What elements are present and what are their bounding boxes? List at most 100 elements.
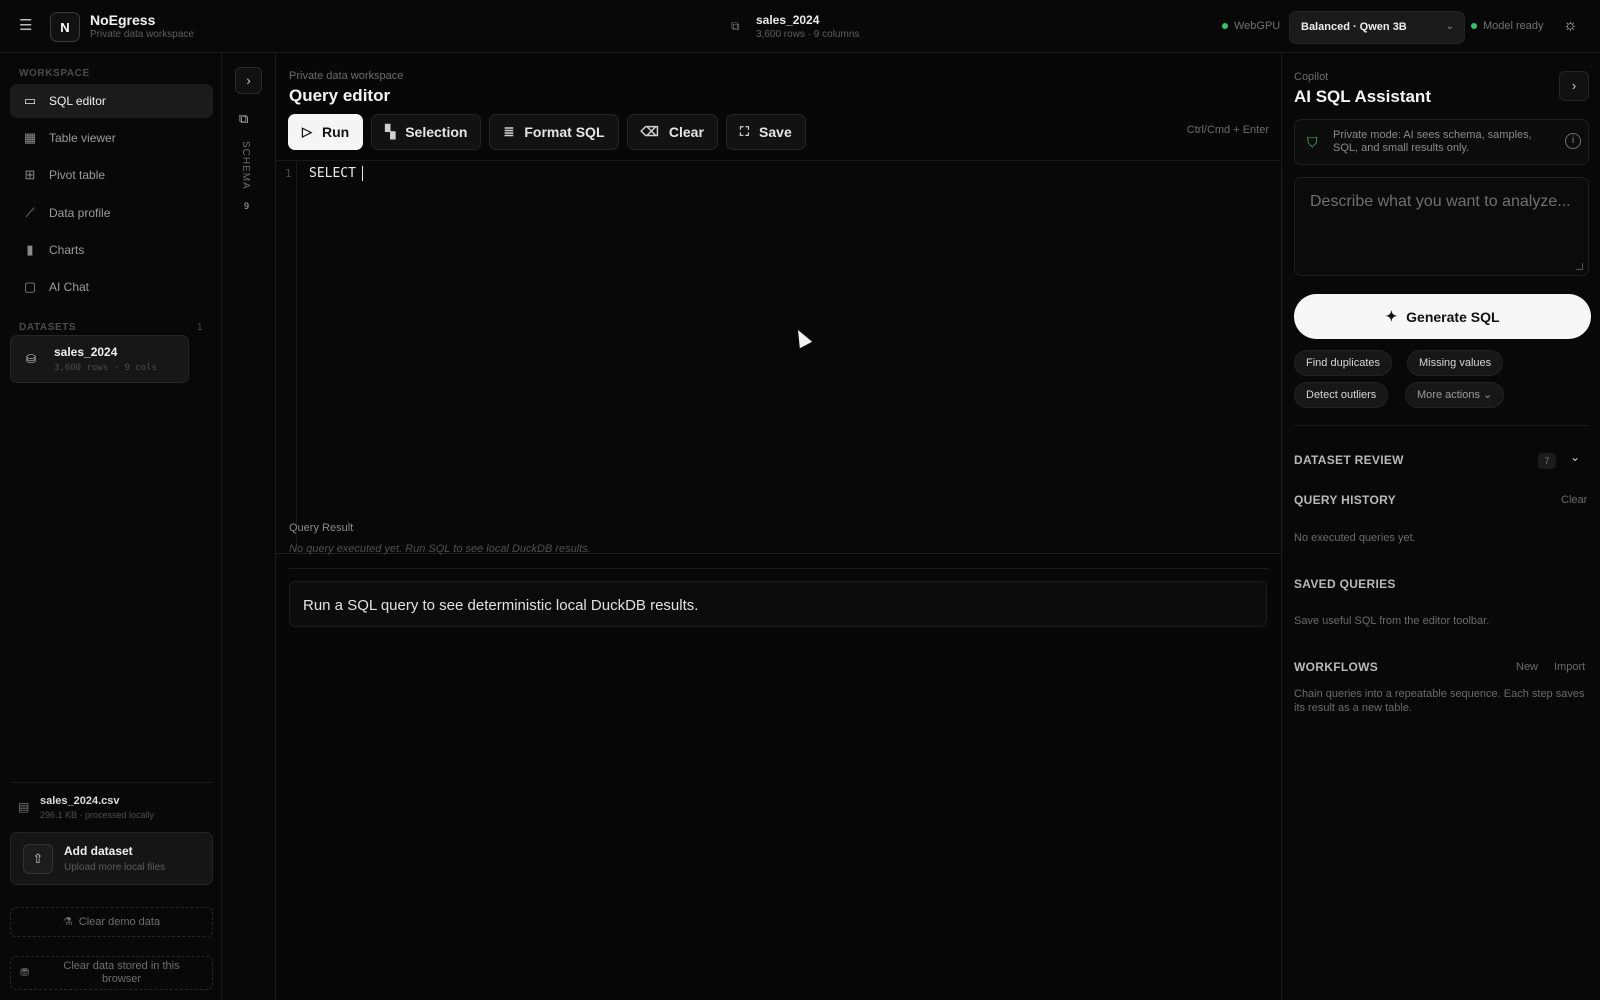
format-label: Format SQL [524,124,605,140]
clear-label: Clear [668,124,704,140]
import-workflow-link[interactable]: Import [1554,661,1585,673]
info-icon[interactable]: i [1565,133,1581,149]
sidebar-toggle-icon[interactable]: ☰ [19,18,35,34]
active-dataset-title: sales_2024 [756,13,820,27]
active-dataset-meta: 3,600 rows · 9 columns [756,29,860,40]
clear-history-link[interactable]: Clear [1561,494,1587,506]
dataset-review-badge: 7 [1538,453,1556,469]
top-bar: ☰ N NoEgress Private data workspace ⧉ sa… [0,0,1600,53]
chevron-down-icon: ⌄ [1445,21,1454,32]
dataset-name: sales_2024 [54,345,118,359]
brand-title: NoEgress [90,12,156,28]
chip-label: Detect outliers [1306,389,1377,401]
workspace-label: WORKSPACE [19,68,90,79]
collapse-copilot-button[interactable]: › [1559,71,1589,101]
clear-demo-label: Clear demo data [78,916,161,928]
dataset-review-heading[interactable]: DATASET REVIEW [1294,453,1404,467]
storage-icon: ⛃ [20,967,30,979]
workflows-description: Chain queries into a repeatable sequence… [1294,688,1585,714]
chip-more-actions[interactable]: More actions ⌄ [1405,382,1505,408]
brand-logo: N [50,12,80,42]
file-meta: 296.1 KB · processed locally [40,810,155,820]
query-result-title: Query Result [289,522,354,534]
model-select-value: Balanced · Qwen 3B [1301,21,1407,33]
line-gutter: 1 [276,161,297,555]
chip-detect-outliers[interactable]: Detect outliers [1294,382,1389,408]
clear-demo-button[interactable]: ⚗ Clear demo data [10,907,213,937]
status-dot [1222,23,1228,30]
sidebar-item-label: SQL editor [49,94,106,108]
table-icon: ▦ [23,130,37,145]
sidebar-item-pivot-table[interactable]: ⊞ Pivot table [10,158,213,192]
clear-button[interactable]: ⌫ Clear [626,114,718,150]
copilot-label: Copilot [1294,71,1329,83]
prompt-textarea[interactable]: Describe what you want to analyze... [1294,177,1589,276]
query-result-description: No query executed yet. Run SQL to see lo… [289,543,591,555]
privacy-text: Private mode: AI sees schema, samples, S… [1333,129,1532,154]
dataset-icon: ⧉ [731,19,740,33]
sidebar-item-ai-chat[interactable]: ▢ AI Chat [10,270,213,304]
empty-result-message: Run a SQL query to see deterministic loc… [289,581,1267,627]
brand-subtitle: Private data workspace [90,29,194,40]
profile-icon: ⟋ [25,205,35,220]
save-label: Save [759,124,792,140]
run-button[interactable]: ▷ Run [288,114,364,150]
saved-queries-heading: SAVED QUERIES [1294,577,1396,591]
sidebar-item-sql-editor[interactable]: ▭ SQL editor [10,84,213,118]
code-text: SELECT [309,166,356,181]
privacy-notice: ⛉ Private mode: AI sees schema, samples,… [1294,119,1589,165]
sparkle-icon: ✦ [1385,308,1398,324]
sidebar-item-table-viewer[interactable]: ▦ Table viewer [10,121,213,155]
save-button[interactable]: ⛶ Save [725,114,806,150]
code-line[interactable]: SELECT [309,166,363,181]
expand-schema-button[interactable]: › [235,67,262,94]
database-icon: ⛁ [26,352,37,366]
model-status: Model ready [1471,20,1544,32]
editor-toolbar: ▷ Run ▚ Selection ≣ Format SQL ⌫ Clear ⛶ Save [288,114,806,150]
model-status-label: Model ready [1483,20,1544,32]
chevron-down-icon[interactable]: ⌄ [1570,450,1580,464]
query-history-empty: No executed queries yet. [1294,532,1416,544]
upload-icon: ⇧ [23,844,53,874]
run-selection-button[interactable]: ▚ Selection [371,114,482,150]
add-dataset-subtitle: Upload more local files [64,862,166,873]
page-title: Query editor [289,86,391,105]
new-workflow-link[interactable]: New [1516,661,1538,673]
chip-find-duplicates[interactable]: Find duplicates [1294,350,1392,376]
play-icon: ▷ [302,124,312,139]
sidebar-item-charts[interactable]: ▮ Charts [10,233,213,267]
save-icon: ⛶ [739,124,750,139]
generate-sql-label: Generate SQL [1406,308,1500,325]
datasets-label: DATASETS [19,322,77,333]
webgpu-label: WebGPU [1234,20,1281,32]
file-name: sales_2024.csv [40,795,120,807]
theme-toggle-icon[interactable]: ☼ [1563,16,1583,36]
schema-count: 9 [244,201,250,211]
format-sql-button[interactable]: ≣ Format SQL [489,114,619,150]
selection-label: Selection [405,124,468,140]
chip-missing-values[interactable]: Missing values [1407,350,1504,376]
sidebar-item-label: Table viewer [49,131,116,145]
dataset-card[interactable]: ⛁ sales_2024 3,600 rows · 9 cols [10,335,189,383]
sql-editor[interactable]: 1 SELECT [276,160,1281,555]
chevron-down-icon: ⌄ [1483,389,1493,401]
editor-icon: ▭ [23,93,37,108]
generate-sql-button[interactable]: ✦ Generate SQL [1294,294,1591,339]
app-window: ☰ N NoEgress Private data workspace ⧉ sa… [0,0,1600,1000]
flask-icon: ⚗ [62,916,73,928]
add-dataset-button[interactable]: ⇧ Add dataset Upload more local files [10,832,213,885]
query-history-heading: QUERY HISTORY [1294,493,1396,507]
clear-browser-data-button[interactable]: ⛃ Clear data stored in this browser [10,956,213,990]
line-number: 1 [285,167,292,180]
chevron-right-icon: › [246,73,251,88]
schema-icon[interactable]: ⧉ [239,111,248,127]
format-icon: ≣ [503,124,515,139]
status-dot [1471,23,1477,30]
schema-label[interactable]: SCHEMA [240,141,251,190]
run-label: Run [322,124,350,140]
copilot-panel: Copilot AI SQL Assistant › ⛉ Private mod… [1281,53,1600,1000]
sidebar-item-data-profile[interactable]: ⟋ Data profile [10,196,213,230]
chat-icon: ▢ [23,279,37,294]
sidebar-item-label: Data profile [49,206,111,220]
model-select[interactable]: Balanced · Qwen 3B ⌄ [1289,11,1465,44]
